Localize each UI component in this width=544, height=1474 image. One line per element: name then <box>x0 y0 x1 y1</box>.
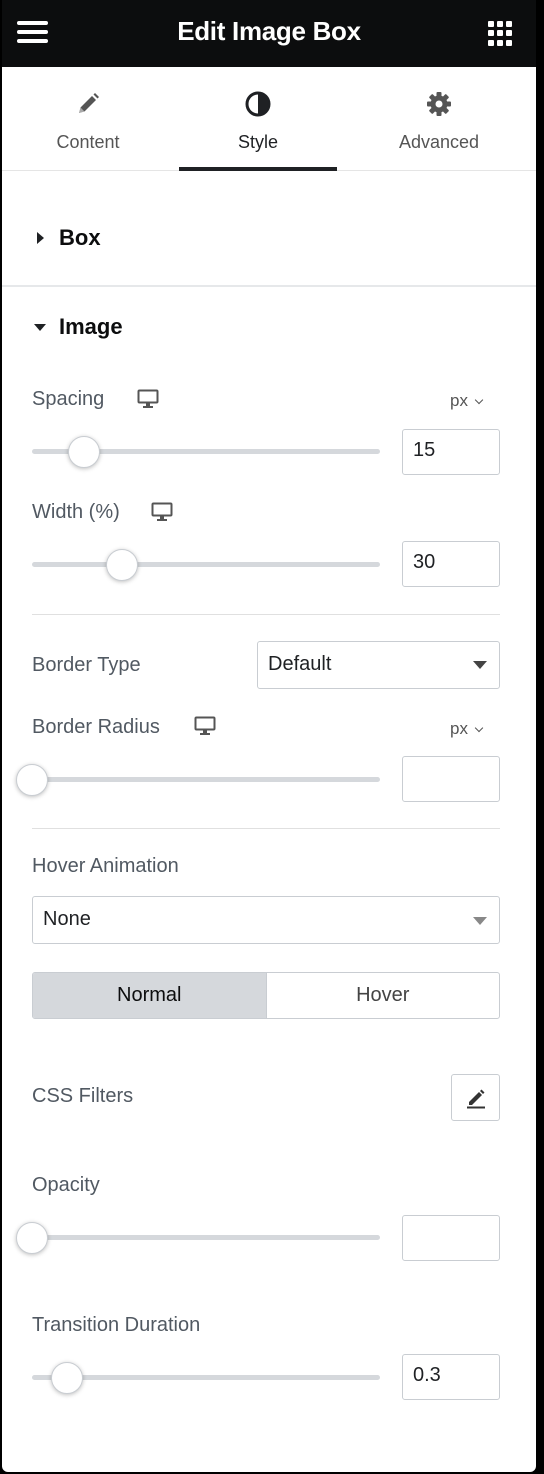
caret-right-icon <box>37 232 44 244</box>
grid-icon[interactable] <box>488 21 513 46</box>
border-radius-unit-select[interactable]: px <box>450 719 484 739</box>
panel-title: Edit Image Box <box>177 16 361 46</box>
normal-tab[interactable]: Normal <box>33 973 266 1018</box>
caret-down-icon <box>34 324 46 331</box>
slider-handle[interactable] <box>106 549 139 581</box>
opacity-input[interactable] <box>402 1215 500 1261</box>
opacity-label: Opacity <box>32 1174 100 1196</box>
width-slider[interactable] <box>32 546 380 582</box>
editor-panel: Edit Image Box Content Style Advanced Bo… <box>2 0 536 1472</box>
tab-content-label: Content <box>56 132 120 152</box>
transition-duration-slider[interactable] <box>32 1359 380 1395</box>
tab-style[interactable]: Style <box>179 67 337 171</box>
border-radius-label: Border Radius <box>32 716 160 738</box>
control-divider <box>32 828 500 829</box>
slider-handle[interactable] <box>16 1222 48 1254</box>
section-box[interactable]: Box <box>2 211 536 271</box>
slider-track <box>32 1375 380 1380</box>
slider-track <box>32 1235 380 1240</box>
spacing-input[interactable]: 15 <box>402 429 500 475</box>
tab-style-label: Style <box>237 132 279 152</box>
border-type-label: Border Type <box>32 654 141 676</box>
hover-animation-label: Hover Animation <box>32 855 179 877</box>
border-type-value: Default <box>268 653 332 675</box>
pencil-icon <box>467 1089 485 1109</box>
opacity-slider[interactable] <box>16 1219 380 1255</box>
tab-advanced[interactable]: Advanced <box>342 67 536 170</box>
css-filters-edit-button[interactable] <box>451 1074 500 1121</box>
dropdown-caret-icon <box>473 917 487 925</box>
desktop-icon[interactable] <box>194 716 216 736</box>
section-image[interactable]: Image <box>2 300 536 360</box>
width-input[interactable]: 30 <box>402 541 500 587</box>
slider-handle[interactable] <box>68 436 101 468</box>
border-radius-input[interactable] <box>402 756 500 802</box>
spacing-label: Spacing <box>32 388 105 410</box>
hover-tab[interactable]: Hover <box>265 973 500 1018</box>
panel-header: Edit Image Box <box>2 0 536 67</box>
gear-icon <box>427 92 451 116</box>
border-type-select[interactable]: Default <box>257 641 500 689</box>
section-image-title: Image <box>59 314 123 339</box>
spacing-unit-select[interactable]: px <box>450 391 484 411</box>
transition-duration-input[interactable]: 0.3 <box>402 1354 500 1400</box>
pencil-icon <box>79 93 99 113</box>
half-circle-icon <box>245 91 271 117</box>
tab-content[interactable]: Content <box>2 67 174 170</box>
width-label: Width (%) <box>32 501 120 523</box>
desktop-icon[interactable] <box>137 389 159 409</box>
transition-duration-label: Transition Duration <box>32 1314 201 1336</box>
slider-handle[interactable] <box>50 1362 83 1394</box>
slider-track <box>32 777 380 782</box>
state-toggle: Normal Hover <box>32 972 500 1019</box>
desktop-icon[interactable] <box>151 502 173 522</box>
section-box-title: Box <box>59 225 101 250</box>
slider-track <box>32 562 380 567</box>
spacing-slider[interactable] <box>32 433 380 469</box>
css-filters-label: CSS Filters <box>32 1085 134 1107</box>
hover-animation-value: None <box>43 908 91 930</box>
control-divider <box>32 614 500 615</box>
slider-handle[interactable] <box>16 764 48 796</box>
panel-tabs: Content Style Advanced <box>2 67 536 171</box>
dropdown-caret-icon <box>473 661 487 669</box>
tab-advanced-label: Advanced <box>398 132 480 152</box>
section-divider <box>2 285 536 287</box>
border-radius-slider[interactable] <box>16 761 380 797</box>
hover-animation-select[interactable]: None <box>32 896 500 944</box>
